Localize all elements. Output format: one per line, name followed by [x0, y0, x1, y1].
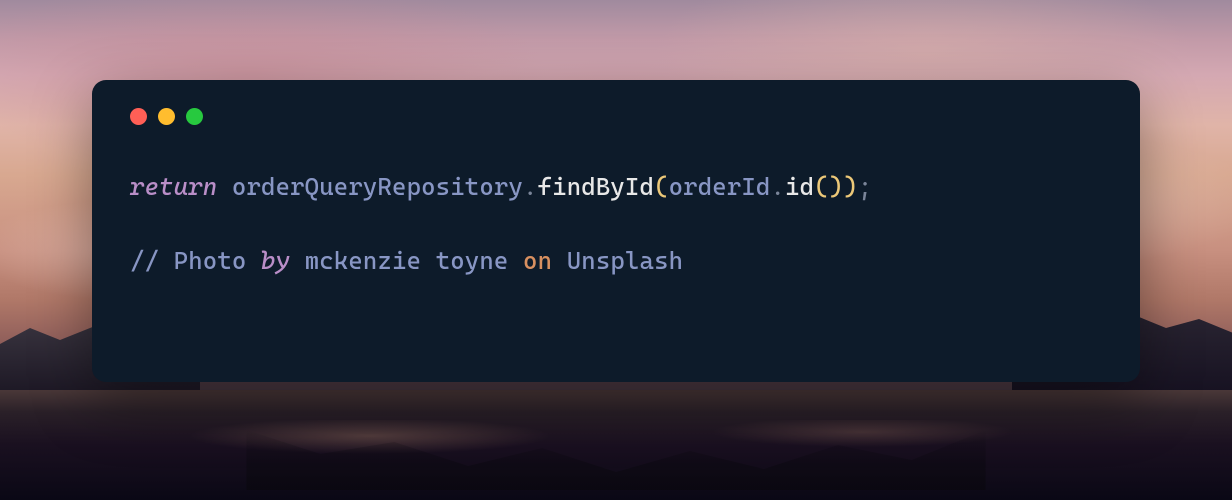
identifier-orderid: orderId — [669, 169, 771, 206]
method-findbyid: findById — [538, 169, 654, 206]
close-button[interactable] — [130, 108, 147, 125]
semicolon: ; — [858, 169, 873, 206]
identifier-repository: orderQueryRepository — [232, 169, 523, 206]
comment-slashes: // — [130, 243, 174, 280]
space — [217, 169, 232, 206]
paren-open: ( — [654, 169, 669, 206]
comment-word-orange: on — [523, 243, 552, 280]
space — [552, 243, 567, 280]
paren-open: ( — [814, 169, 829, 206]
code-line-2: // Photo by mckenzie toyne on Unsplash — [130, 243, 1102, 280]
keyword-return: return — [130, 169, 217, 206]
comment-author: mckenzie toyne — [305, 243, 523, 280]
comment-word-italic: by — [261, 243, 290, 280]
window-controls — [130, 108, 1102, 125]
comment-word: Photo — [174, 243, 261, 280]
space — [290, 243, 305, 280]
maximize-button[interactable] — [186, 108, 203, 125]
code-window: return orderQueryRepository.findById(ord… — [92, 80, 1140, 382]
code-line-1: return orderQueryRepository.findById(ord… — [130, 169, 1102, 206]
blank-line — [130, 206, 1102, 243]
dot-operator: . — [523, 169, 538, 206]
minimize-button[interactable] — [158, 108, 175, 125]
code-content: return orderQueryRepository.findById(ord… — [130, 169, 1102, 280]
paren-close: ) — [843, 169, 858, 206]
dot-operator: . — [770, 169, 785, 206]
method-id: id — [785, 169, 814, 206]
paren-close: ) — [829, 169, 844, 206]
comment-source: Unsplash — [567, 243, 683, 280]
